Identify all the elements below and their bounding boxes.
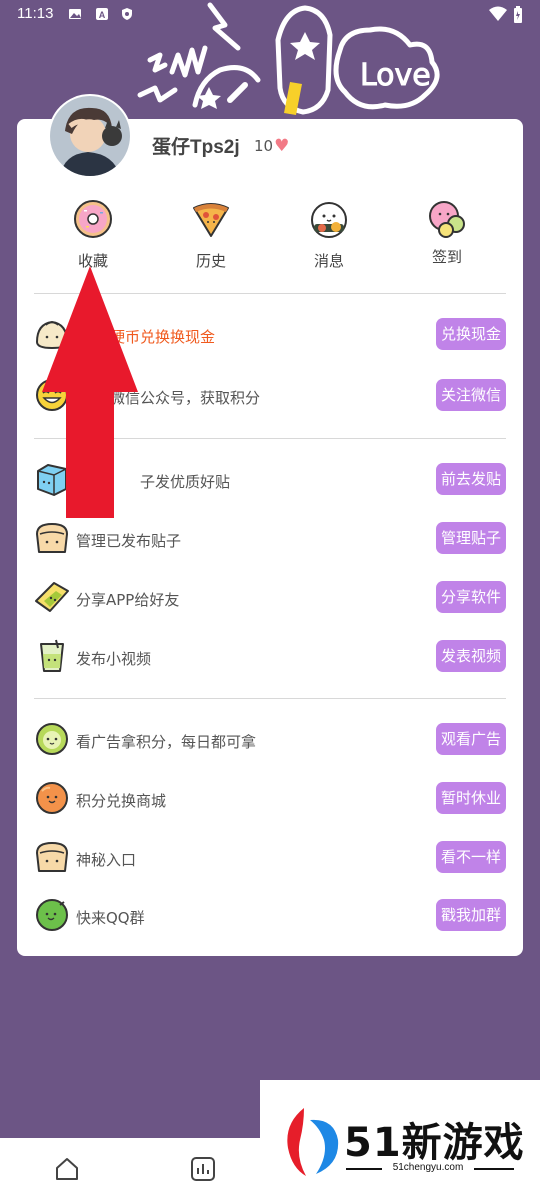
list-item-text: 子发优质好贴 xyxy=(140,473,231,491)
divider xyxy=(34,698,506,699)
quick-action-label: 历史 xyxy=(195,252,226,270)
quick-action-messages[interactable]: 消息 xyxy=(289,198,369,271)
heart-icon: ♥ xyxy=(274,136,290,156)
quick-action-label: 签到 xyxy=(431,248,462,266)
bread-icon xyxy=(36,523,68,553)
donut-icon xyxy=(74,200,112,238)
drink-icon xyxy=(40,639,64,672)
pizza-icon xyxy=(193,203,229,237)
mochi-icon xyxy=(429,201,465,238)
logo-mark-icon xyxy=(287,1108,339,1176)
list-item-text: 积分兑换商城 xyxy=(76,792,167,810)
svg-text:Love: Love xyxy=(360,58,431,93)
list-item-publish-video: 发布小视频 发表视频 xyxy=(34,639,506,674)
exchange-cash-button[interactable]: 兑换现金 xyxy=(436,318,506,350)
join-qq-group-button[interactable]: 戳我加群 xyxy=(436,899,506,931)
mystery-entry-button[interactable]: 看不一样 xyxy=(436,841,506,873)
list-item-text: 神秘入口 xyxy=(76,851,137,869)
lime-icon xyxy=(36,899,68,931)
orange-icon xyxy=(36,782,68,814)
list-item-text: 快来QQ群 xyxy=(76,909,145,927)
follow-wechat-button[interactable]: 关注微信 xyxy=(436,379,506,411)
quick-action-checkin[interactable]: 签到 xyxy=(407,198,487,267)
list-item-share-app: 分享APP给好友 分享软件 xyxy=(34,581,506,615)
quick-action-history[interactable]: 历史 xyxy=(171,198,251,271)
list-item-qq-group: 快来QQ群 戳我加群 xyxy=(34,899,506,933)
watermark-line xyxy=(474,1168,514,1170)
chart-icon[interactable] xyxy=(190,1156,216,1182)
publish-video-button[interactable]: 发表视频 xyxy=(436,640,506,672)
points-mall-button[interactable]: 暂时休业 xyxy=(436,782,506,814)
username: 蛋仔Tps2j xyxy=(152,137,240,158)
cheese-icon xyxy=(35,582,69,612)
points-badge: 10 ♥ xyxy=(254,136,289,156)
go-post-button[interactable]: 前去发贴 xyxy=(436,463,506,495)
red-arrow-annotation xyxy=(42,266,138,518)
list-item-text: 发布小视频 xyxy=(76,650,152,668)
watermark-logo: 51新游戏 51chengyu.com xyxy=(260,1080,540,1200)
list-item-watch-ads: 看广告拿积分，每日都可拿 观看广告 xyxy=(34,723,506,757)
list-item-manage-posts: 管理已发布贴子 管理贴子 xyxy=(34,522,506,556)
list-item-text: 看广告拿积分，每日都可拿 xyxy=(76,733,257,751)
quick-action-label: 消息 xyxy=(313,252,344,270)
bread-icon xyxy=(36,842,68,872)
quick-action-favorites[interactable]: 收藏 xyxy=(53,198,133,271)
home-icon[interactable] xyxy=(54,1156,80,1182)
avatar[interactable] xyxy=(50,96,130,176)
sushi-icon xyxy=(311,202,347,238)
watermark-brand: 51新游戏 xyxy=(344,1120,525,1166)
manage-posts-button[interactable]: 管理贴子 xyxy=(436,522,506,554)
list-item-points-mall: 积分兑换商城 暂时休业 xyxy=(34,782,506,816)
share-app-button[interactable]: 分享软件 xyxy=(436,581,506,613)
list-item-text: 分享APP给好友 xyxy=(76,591,180,609)
watch-ads-button[interactable]: 观看广告 xyxy=(436,723,506,755)
pea-icon xyxy=(36,723,68,755)
points-value: 10 xyxy=(254,137,274,155)
list-item-text: 管理已发布贴子 xyxy=(76,532,182,550)
list-item-mystery-entry: 神秘入口 看不一样 xyxy=(34,841,506,875)
